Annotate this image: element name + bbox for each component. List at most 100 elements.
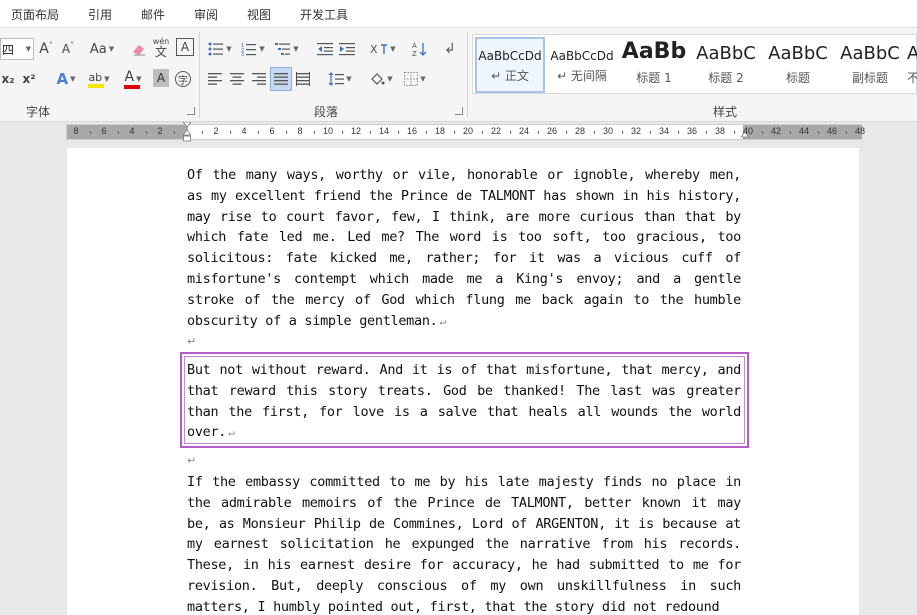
tab-view[interactable]: 视图 — [247, 6, 271, 23]
paragraph-2[interactable]: But not without reward. And it is of tha… — [187, 360, 741, 444]
ruler-tick — [174, 131, 175, 134]
align-center-button[interactable] — [228, 68, 246, 90]
down-arrow-icon: ˅ — [70, 40, 75, 50]
chevron-down-icon: ▼ — [293, 45, 299, 53]
phonetic-guide-button[interactable]: wén 文 — [152, 36, 170, 58]
tab-mailings[interactable]: 邮件 — [141, 6, 165, 23]
subscript-icon: x₂ — [1, 72, 15, 86]
paragraph-mark-icon: ↵ — [187, 335, 197, 348]
distributed-button[interactable] — [294, 68, 312, 90]
style-heading-2[interactable]: AaBbC 标题 2 — [691, 37, 761, 93]
text-effect-button[interactable]: A ▼ — [52, 68, 80, 90]
align-left-icon — [208, 73, 222, 85]
align-right-icon — [252, 73, 266, 85]
bullet-list-icon — [208, 42, 224, 56]
ruler-tick — [230, 131, 231, 134]
font-size-select[interactable]: 四 ▼ — [0, 38, 34, 60]
eraser-icon — [133, 45, 145, 56]
style-name: 标题 2 — [708, 71, 744, 85]
ruler-tick — [790, 131, 791, 134]
group-divider — [199, 32, 200, 118]
highlight-color-bar — [88, 83, 105, 88]
numbering-button[interactable]: 1 2 3 ▼ — [238, 38, 268, 60]
shrink-font-icon: A — [61, 42, 71, 56]
grow-font-button[interactable]: A ˄ — [38, 38, 54, 60]
ruler-number: 24 — [518, 126, 530, 136]
style-sample: A — [907, 43, 917, 64]
styles-group-label: 样式 — [713, 105, 738, 119]
decrease-indent-button[interactable] — [316, 38, 334, 60]
multilevel-list-button[interactable]: ▼ — [272, 38, 302, 60]
increase-indent-icon — [339, 43, 355, 56]
shading-button[interactable]: ▼ — [366, 68, 396, 90]
right-indent-marker-icon[interactable] — [741, 128, 749, 138]
ruler-number: 26 — [546, 126, 558, 136]
increase-indent-button[interactable] — [338, 38, 356, 60]
paragraph-group-label: 段落 — [314, 105, 339, 119]
style-name: ↵ 正文 — [491, 69, 529, 83]
sort-button[interactable]: AZ — [410, 38, 430, 60]
shrink-font-button[interactable]: A ˅ — [60, 38, 76, 60]
ruler-tick — [678, 131, 679, 134]
svg-text:Z: Z — [412, 50, 417, 57]
align-center-icon — [230, 73, 244, 85]
line-spacing-icon — [328, 72, 345, 86]
tab-review[interactable]: 审阅 — [194, 6, 218, 23]
paragraph-3[interactable]: If the embassy committed to me by his la… — [187, 472, 741, 615]
justify-button[interactable] — [270, 67, 292, 91]
ruler-left-margin — [67, 125, 188, 139]
ruler-number: 38 — [714, 126, 726, 136]
borders-button[interactable]: ▼ — [400, 68, 430, 90]
ruler-number: 2 — [157, 126, 163, 136]
style-subtitle[interactable]: AaBbC 副标题 — [835, 37, 905, 93]
enclose-characters-button[interactable]: 字 — [174, 68, 192, 90]
highlight-button[interactable]: ab ▼ — [84, 68, 114, 90]
group-divider — [467, 32, 468, 118]
paragraph-1[interactable]: Of the many ways, worthy or vile, honora… — [187, 165, 741, 332]
ruler-number: 16 — [406, 126, 418, 136]
style-sample: AaBbC — [768, 43, 828, 64]
clear-format-button[interactable] — [130, 38, 148, 60]
indent-marker-icon[interactable] — [183, 122, 191, 148]
character-shading-button[interactable]: A — [153, 69, 169, 87]
paragraph-1-text: Of the many ways, worthy or vile, honora… — [187, 167, 741, 329]
tab-page-layout[interactable]: 页面布局 — [11, 6, 59, 23]
ruler-number: 28 — [574, 126, 586, 136]
change-case-button[interactable]: Aa ▼ — [88, 38, 116, 60]
style-partial[interactable]: A 不 — [907, 37, 917, 93]
font-dialog-launcher-icon[interactable] — [187, 107, 195, 115]
svg-text:A: A — [412, 42, 417, 50]
tab-references[interactable]: 引用 — [88, 6, 112, 23]
ruler-tick — [342, 131, 343, 134]
style-title[interactable]: AaBbC 标题 — [763, 37, 833, 93]
ruler-number: 48 — [854, 126, 866, 136]
align-left-button[interactable] — [206, 68, 224, 90]
ruler-number: 4 — [241, 126, 247, 136]
ruler-tick — [566, 131, 567, 134]
font-color-button[interactable]: A ▼ — [118, 68, 148, 90]
ruler-number: 6 — [101, 126, 107, 136]
tab-developer[interactable]: 开发工具 — [300, 6, 348, 23]
paragraph-dialog-launcher-icon[interactable] — [455, 107, 463, 115]
chevron-down-icon: ▼ — [136, 75, 142, 83]
paint-bucket-icon — [371, 73, 385, 85]
chinese-layout-button[interactable]: X ▼ — [368, 38, 398, 60]
borders-icon — [404, 72, 419, 86]
ruler-tick — [258, 131, 259, 134]
style-no-spacing[interactable]: AaBbCcDd ↵ 无间隔 — [547, 37, 617, 93]
subscript-button[interactable]: x₂ — [0, 68, 16, 90]
paragraph-mark-icon: ↲ — [444, 41, 456, 57]
align-right-button[interactable] — [250, 68, 268, 90]
character-border-button[interactable]: A — [176, 38, 194, 56]
show-marks-button[interactable]: ↲ — [440, 38, 460, 60]
style-normal[interactable]: AaBbCcDd ↵ 正文 — [475, 37, 545, 93]
chevron-down-icon: ▼ — [104, 75, 110, 83]
line-spacing-button[interactable]: ▼ — [326, 68, 354, 90]
bullets-button[interactable]: ▼ — [206, 38, 234, 60]
svg-text:3: 3 — [241, 52, 244, 56]
font-group-label: 字体 — [26, 105, 51, 119]
ruler-number: 20 — [462, 126, 474, 136]
superscript-button[interactable]: x² — [20, 68, 38, 90]
styles-gallery: AaBbCcDd ↵ 正文 AaBbCcDd ↵ 无间隔 AaBb 标题 1 A… — [472, 34, 917, 94]
style-heading-1[interactable]: AaBb 标题 1 — [619, 37, 689, 93]
